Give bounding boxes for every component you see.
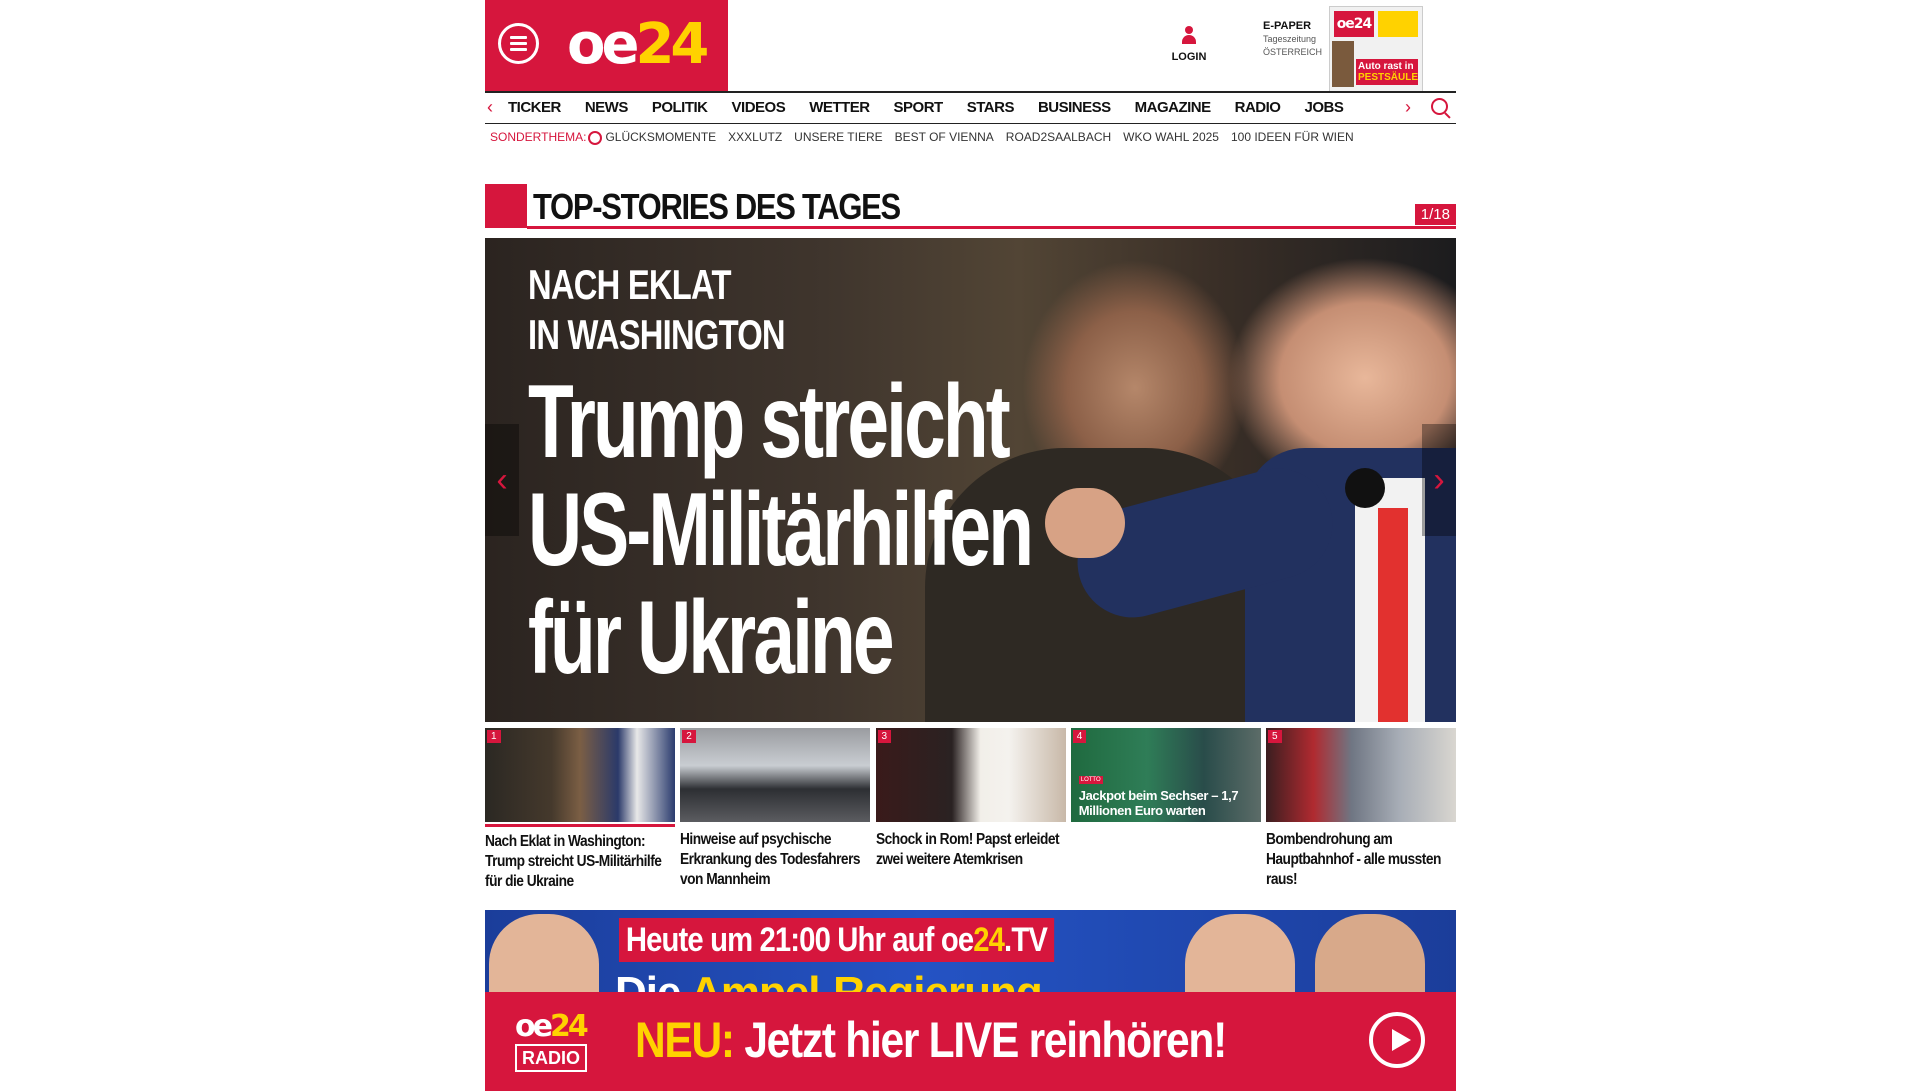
logo-block: oe24 [485,0,728,91]
teaser-image: 3 [875,728,1066,822]
section-divider [527,226,1456,229]
hero-kicker: NACH EKLAT IN WASHINGTON [528,261,786,358]
teaser-number: 2 [682,730,696,743]
hero-story[interactable]: NACH EKLAT IN WASHINGTON Trump streicht … [485,238,1456,722]
search-icon[interactable] [1431,98,1448,115]
subnav-item-100-ideen[interactable]: 100 IDEEN FÜR WIEN [1231,130,1354,144]
banner-person-center [1185,914,1295,994]
epaper-link[interactable]: E-PAPER Tageszeitung ÖSTERREICH [1263,20,1322,59]
nav-item-sport[interactable]: SPORT [894,99,944,116]
subnav-item-xxxlutz[interactable]: XXXLUTZ [728,130,782,144]
site-header: oe24 LOGIN E-PAPER Tageszeitung ÖSTERREI… [485,0,1456,92]
teaser-card[interactable]: 4 LOTTO Jackpot beim Sechser – 1,7 Milli… [1070,728,1261,892]
hero-image-microphone [1345,468,1385,508]
teaser-number: 3 [877,730,892,743]
lotto-badge: LOTTO [1078,776,1103,784]
teaser-image: 1 [485,728,675,822]
subnav-item-road2saalbach[interactable]: ROAD2SAALBACH [1006,130,1111,144]
teaser-title: Bombendrohung am Hauptbahnhof - alle mus… [1266,831,1441,888]
teaser-card[interactable]: 3 Schock in Rom! Papst erleidet zwei wei… [875,728,1066,892]
teaser-number: 5 [1268,730,1282,743]
main-nav: ‹ TICKER NEWS POLITIK VIDEOS WETTER SPOR… [485,91,1456,124]
nav-item-jobs[interactable]: JOBS [1304,99,1343,116]
teaser-title: Nach Eklat in Washington: Trump streicht… [485,833,662,890]
site-logo[interactable]: oe24 [567,10,709,80]
nav-item-videos[interactable]: VIDEOS [732,99,786,116]
hamburger-menu-icon[interactable] [498,23,539,64]
nav-item-wetter[interactable]: WETTER [809,99,870,116]
cover-photo [1332,41,1354,87]
teaser-number: 1 [487,730,501,743]
heart-icon [588,131,603,145]
teaser-image: 5 [1266,728,1456,822]
subnav-item-gluecksmomente[interactable]: GLÜCKSMOMENTE [605,130,716,144]
nav-item-ticker[interactable]: TICKER [508,99,561,116]
tv-promo-banner[interactable]: Heute um 21:00 Uhr auf oe24.TV Die Ampel… [485,910,1456,994]
nav-item-stars[interactable]: STARS [967,99,1015,116]
cover-tag [1378,11,1418,37]
banner-person-right [1315,914,1425,994]
hero-image-tie [1378,508,1408,722]
hero-headline: Trump streicht US-Militärhilfen für Ukra… [528,364,1034,696]
radio-live-bar[interactable]: oe24 RADIO NEU: Jetzt hier LIVE reinhöre… [485,992,1456,1091]
epaper-cover-thumbnail[interactable]: oe24 Auto rast in PESTSÄULE [1329,6,1423,92]
subnav-label: SONDERTHEMA: [490,130,587,144]
nav-prev-arrow-icon[interactable]: ‹ [487,97,493,118]
epaper-subtitle: Tageszeitung [1263,34,1317,44]
teaser-title: Schock in Rom! Papst erleidet zwei weite… [875,831,1060,868]
radio-live-text: NEU: Jetzt hier LIVE reinhören! [635,1012,1227,1068]
subnav-item-wko-wahl[interactable]: WKO WAHL 2025 [1123,130,1219,144]
user-icon [1181,26,1197,46]
nav-next-arrow-icon[interactable]: › [1405,97,1411,118]
radio-logo: oe24 RADIO [515,1012,611,1076]
tv-banner-headline: Heute um 21:00 Uhr auf oe24.TV [619,918,1054,962]
teaser-card[interactable]: 2 Hinweise auf psychische Erkrankung des… [680,728,871,892]
hero-prev-arrow-icon[interactable]: ‹ [485,424,519,536]
subnav: SONDERTHEMA: GLÜCKSMOMENTE XXXLUTZ UNSER… [490,130,1366,145]
subnav-item-unsere-tiere[interactable]: UNSERE TIERE [794,130,882,144]
subnav-item-best-of-vienna[interactable]: BEST OF VIENNA [895,130,994,144]
section-header: TOP-STORIES DES TAGES 1/18 [485,184,1456,230]
banner-person-left [489,914,599,994]
epaper-title: E-PAPER [1263,20,1312,32]
nav-item-politik[interactable]: POLITIK [652,99,708,116]
teaser-number: 4 [1072,730,1087,743]
hero-image-hand [1045,488,1125,558]
nav-item-news[interactable]: NEWS [585,99,629,116]
login-button[interactable]: LOGIN [1165,26,1213,63]
nav-item-radio[interactable]: RADIO [1235,99,1281,116]
play-icon[interactable] [1369,1012,1425,1068]
slide-counter: 1/18 [1414,204,1456,225]
nav-item-magazine[interactable]: MAGAZINE [1135,99,1212,116]
page: oe24 LOGIN E-PAPER Tageszeitung ÖSTERREI… [485,0,1456,1091]
active-indicator [485,824,675,827]
section-marker [485,184,527,228]
teaser-image: 4 LOTTO Jackpot beim Sechser – 1,7 Milli… [1070,728,1261,822]
teaser-row: 1 Nach Eklat in Washington: Trump streic… [485,728,1456,892]
nav-item-business[interactable]: BUSINESS [1038,99,1111,116]
nav-items: TICKER NEWS POLITIK VIDEOS WETTER SPORT … [508,99,1367,116]
section-title: TOP-STORIES DES TAGES [533,186,901,227]
teaser-title: Hinweise auf psychische Erkrankung des T… [680,831,861,888]
teaser-image: 2 [680,728,871,822]
teaser-card[interactable]: 5 Bombendrohung am Hauptbahnhof - alle m… [1266,728,1456,892]
teaser-card[interactable]: 1 Nach Eklat in Washington: Trump streic… [485,728,675,892]
cover-logo: oe24 [1334,11,1374,37]
teaser-image-overlay-text: Jackpot beim Sechser – 1,7 Millionen Eur… [1078,788,1239,818]
tv-banner-subline: Die Ampel-Regierung [615,968,1043,994]
epaper-country: ÖSTERREICH [1263,47,1323,57]
cover-headline: Auto rast in PESTSÄULE [1356,59,1419,85]
login-label: LOGIN [1171,51,1207,63]
hero-next-arrow-icon[interactable]: › [1422,424,1456,536]
